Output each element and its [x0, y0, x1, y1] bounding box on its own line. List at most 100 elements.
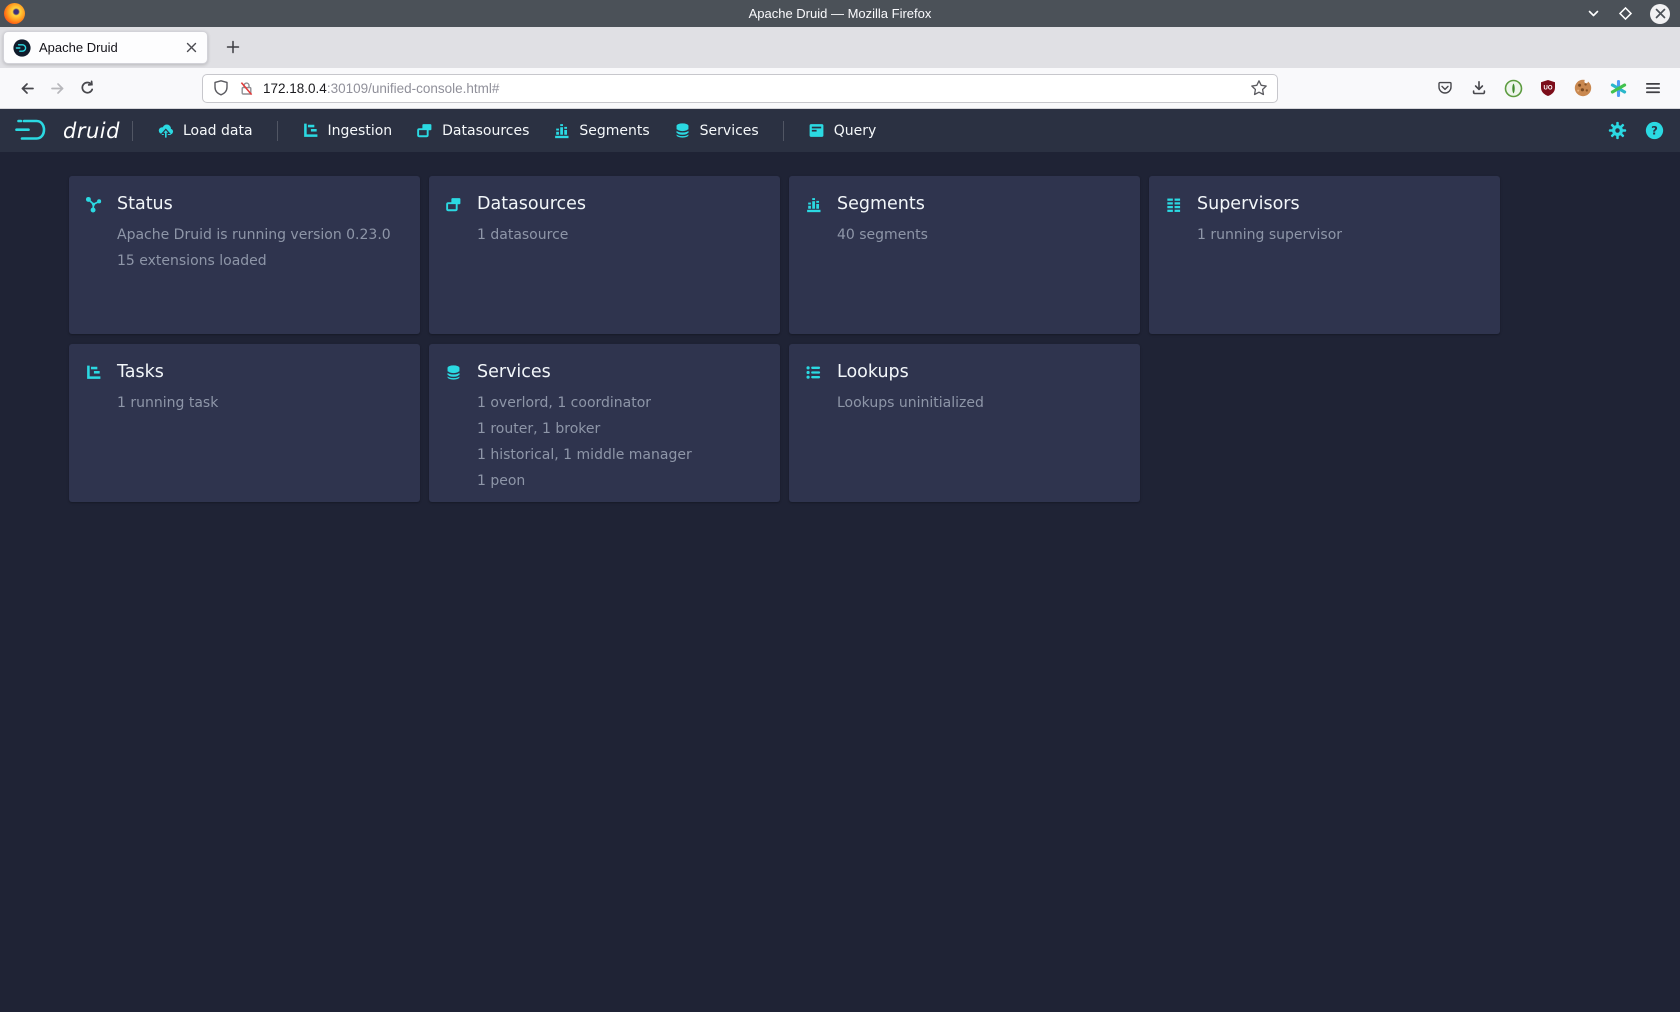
window-minimize-button[interactable] — [1586, 6, 1601, 21]
card-title: Datasources — [477, 194, 586, 214]
asterisk-extension-icon[interactable] — [1609, 79, 1628, 98]
toolbar-extensions-area: UO — [1436, 78, 1668, 98]
tracking-protection-shield-icon — [212, 79, 230, 97]
pocket-icon[interactable] — [1436, 79, 1454, 97]
gear-icon — [1608, 121, 1627, 140]
card-title: Tasks — [117, 362, 164, 382]
window-maximize-button[interactable] — [1617, 5, 1634, 22]
reload-button[interactable] — [72, 73, 102, 103]
nav-item-load-data[interactable]: Load data — [145, 109, 265, 152]
url-text: 172.18.0.4:30109/unified-console.html# — [263, 81, 1242, 96]
firefox-logo-icon — [4, 3, 25, 24]
nav-item-label: Segments — [579, 123, 649, 139]
druid-logo-icon — [14, 117, 54, 145]
nav-item-label: Datasources — [442, 123, 529, 139]
services-line: 1 overlord, 1 coordinator — [477, 390, 764, 416]
home-cards-grid: Status Apache Druid is running version 0… — [0, 152, 1680, 502]
extension-green-circle-icon[interactable] — [1504, 79, 1523, 98]
properties-list-icon — [805, 364, 822, 381]
services-card[interactable]: Services 1 overlord, 1 coordinator 1 rou… — [429, 344, 780, 502]
tab-close-button[interactable] — [185, 41, 198, 54]
graph-icon — [85, 196, 102, 213]
gantt-chart-icon — [302, 122, 319, 139]
database-icon — [445, 364, 462, 381]
navigation-toolbar: 172.18.0.4:30109/unified-console.html# U… — [0, 68, 1680, 109]
task-count-text: 1 running task — [117, 390, 404, 416]
segment-count-text: 40 segments — [837, 222, 1124, 248]
gantt-chart-icon — [85, 364, 102, 381]
window-title: Apache Druid — Mozilla Firefox — [0, 6, 1680, 21]
druid-favicon-icon — [13, 39, 31, 57]
help-icon: ? — [1645, 121, 1664, 140]
navbar-right: ? — [1608, 121, 1664, 140]
arrow-right-icon — [48, 79, 67, 98]
url-bar[interactable]: 172.18.0.4:30109/unified-console.html# — [202, 74, 1278, 103]
nav-item-segments[interactable]: Segments — [541, 109, 661, 152]
nav-item-label: Ingestion — [328, 123, 393, 139]
nav-item-label: Query — [834, 123, 877, 139]
navbar-divider — [132, 121, 133, 141]
lookups-card[interactable]: Lookups Lookups uninitialized — [789, 344, 1140, 502]
reload-icon — [78, 79, 97, 98]
stacked-panels-icon — [445, 196, 462, 213]
stacked-panels-icon — [416, 122, 433, 139]
nav-item-label: Load data — [183, 123, 253, 139]
url-host: 172.18.0.4 — [263, 81, 327, 96]
status-version-text: Apache Druid is running version 0.23.0 — [117, 222, 404, 248]
downloads-icon[interactable] — [1470, 79, 1488, 97]
ublock-label: UO — [1544, 86, 1553, 92]
nav-item-query[interactable]: Query — [796, 109, 889, 152]
datasource-count-text: 1 datasource — [477, 222, 764, 248]
tasks-card[interactable]: Tasks 1 running task — [69, 344, 420, 502]
services-line: 1 peon — [477, 468, 764, 494]
insecure-lock-icon[interactable] — [238, 80, 255, 97]
card-title: Lookups — [837, 362, 909, 382]
card-title: Status — [117, 194, 173, 214]
chevron-down-icon — [1586, 6, 1601, 21]
card-title: Supervisors — [1197, 194, 1300, 214]
nav-item-datasources[interactable]: Datasources — [404, 109, 541, 152]
help-button[interactable]: ? — [1645, 121, 1664, 140]
close-icon — [1655, 8, 1666, 19]
close-icon — [185, 41, 198, 54]
services-line: 1 historical, 1 middle manager — [477, 442, 764, 468]
menu-icon[interactable] — [1644, 79, 1662, 97]
database-icon — [674, 122, 691, 139]
settings-button[interactable] — [1608, 121, 1627, 140]
plus-icon — [225, 39, 241, 55]
window-close-button[interactable] — [1650, 4, 1670, 24]
brand-text: druid — [63, 119, 120, 143]
tab-bar: Apache Druid — [0, 27, 1680, 68]
tab-title: Apache Druid — [39, 40, 177, 55]
druid-navbar: druid Load data Ingestion Datasources Se… — [0, 109, 1680, 152]
card-title: Segments — [837, 194, 925, 214]
supervisors-card[interactable]: Supervisors 1 running supervisor — [1149, 176, 1500, 334]
browser-tab-apache-druid[interactable]: Apache Druid — [3, 31, 208, 64]
nav-item-label: Services — [700, 123, 759, 139]
forward-button[interactable] — [42, 73, 72, 103]
window-titlebar: Apache Druid — Mozilla Firefox — [0, 0, 1680, 27]
diamond-icon — [1617, 5, 1634, 22]
stacked-bars-icon — [805, 196, 822, 213]
navbar-divider — [277, 121, 278, 141]
bookmark-star-icon[interactable] — [1250, 79, 1268, 97]
back-button[interactable] — [12, 73, 42, 103]
new-tab-button[interactable] — [218, 32, 248, 62]
cookie-extension-icon[interactable] — [1573, 78, 1593, 98]
status-extensions-text: 15 extensions loaded — [117, 248, 404, 274]
status-card[interactable]: Status Apache Druid is running version 0… — [69, 176, 420, 334]
lookups-status-text: Lookups uninitialized — [837, 390, 1124, 416]
druid-logo[interactable]: druid — [14, 117, 120, 145]
url-path: :30109/unified-console.html# — [327, 81, 500, 96]
ublock-origin-icon[interactable]: UO — [1539, 79, 1557, 97]
window-controls — [1586, 0, 1670, 27]
console-home: Status Apache Druid is running version 0… — [0, 152, 1680, 1012]
query-window-icon — [808, 122, 825, 139]
cloud-upload-icon — [157, 122, 174, 139]
arrow-left-icon — [18, 79, 37, 98]
card-title: Services — [477, 362, 551, 382]
nav-item-services[interactable]: Services — [662, 109, 771, 152]
datasources-card[interactable]: Datasources 1 datasource — [429, 176, 780, 334]
nav-item-ingestion[interactable]: Ingestion — [290, 109, 405, 152]
segments-card[interactable]: Segments 40 segments — [789, 176, 1140, 334]
